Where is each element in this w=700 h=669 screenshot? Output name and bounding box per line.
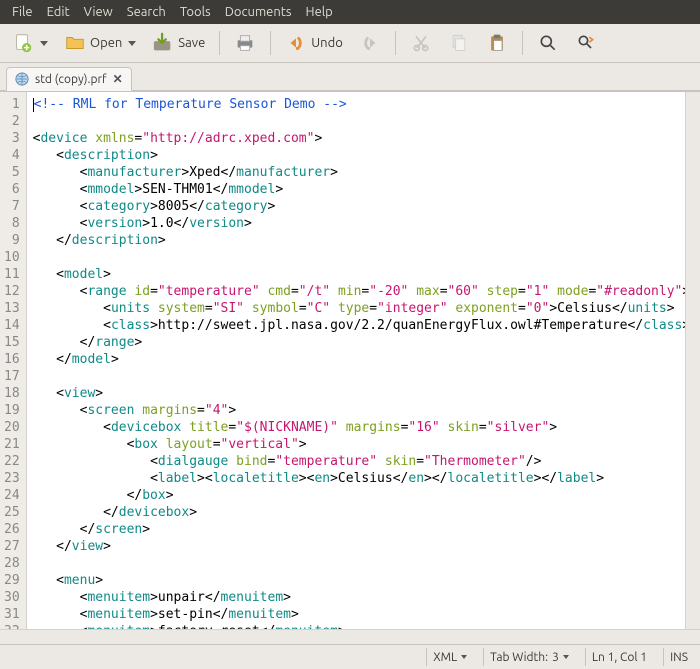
editor: 1 2 3 4 5 6 7 8 9 10 11 12 13 14 15 16 1… — [0, 91, 700, 629]
save-button[interactable]: Save — [146, 28, 211, 58]
cut-button[interactable] — [404, 28, 438, 58]
undo-button[interactable]: Undo — [279, 28, 349, 58]
status-language-label: XML — [433, 651, 457, 664]
menu-tools[interactable]: Tools — [174, 3, 217, 21]
menu-file[interactable]: File — [6, 3, 39, 21]
tabbar: std (copy).prf ✕ — [0, 63, 700, 91]
status-tabwidth-value: 3 — [552, 651, 559, 664]
toolbar-separator — [395, 31, 396, 55]
tab-title: std (copy).prf — [35, 73, 107, 86]
new-file-icon — [12, 32, 34, 54]
status-language[interactable]: XML — [426, 648, 473, 666]
redo-button[interactable] — [353, 28, 387, 58]
copy-button[interactable] — [442, 28, 476, 58]
scrollbar-vertical[interactable] — [685, 92, 700, 629]
statusbar: XML Tab Width: 3 Ln 1, Col 1 INS — [0, 644, 700, 669]
new-file-button[interactable] — [6, 28, 54, 58]
undo-icon — [285, 32, 307, 54]
save-icon — [152, 32, 174, 54]
save-label: Save — [178, 36, 205, 50]
paste-icon — [486, 32, 508, 54]
chevron-down-icon — [461, 655, 467, 659]
tab-file[interactable]: std (copy).prf ✕ — [6, 67, 132, 91]
menu-view[interactable]: View — [78, 3, 119, 21]
print-icon — [234, 32, 256, 54]
scrollbar-horizontal[interactable] — [0, 629, 700, 644]
status-cursor: Ln 1, Col 1 — [585, 648, 653, 666]
redo-icon — [359, 32, 381, 54]
menubar: FileEditViewSearchToolsDocumentsHelp — [0, 0, 700, 24]
chevron-down-icon — [128, 41, 136, 46]
close-icon[interactable]: ✕ — [113, 72, 123, 86]
status-tabwidth[interactable]: Tab Width: 3 — [483, 648, 575, 666]
status-cursor-label: Ln 1, Col 1 — [592, 651, 647, 664]
menu-documents[interactable]: Documents — [219, 3, 298, 21]
code-area[interactable]: <!-- RML for Temperature Sensor Demo -->… — [27, 92, 685, 629]
status-mode-label: INS — [670, 651, 688, 664]
status-tabwidth-label: Tab Width: — [490, 651, 548, 664]
copy-icon — [448, 32, 470, 54]
cut-icon — [410, 32, 432, 54]
undo-label: Undo — [311, 36, 343, 50]
toolbar-separator — [219, 31, 220, 55]
chevron-down-icon — [40, 41, 48, 46]
toolbar-separator — [522, 31, 523, 55]
find-button[interactable] — [531, 28, 565, 58]
print-button[interactable] — [228, 28, 262, 58]
chevron-down-icon — [563, 655, 569, 659]
line-number-gutter: 1 2 3 4 5 6 7 8 9 10 11 12 13 14 15 16 1… — [0, 92, 27, 629]
open-button[interactable]: Open — [58, 28, 142, 58]
find-replace-icon — [575, 32, 597, 54]
status-insert-mode[interactable]: INS — [663, 648, 694, 666]
globe-icon — [15, 72, 29, 86]
menu-search[interactable]: Search — [121, 3, 172, 21]
menu-help[interactable]: Help — [300, 3, 339, 21]
toolbar-separator — [270, 31, 271, 55]
find-replace-button[interactable] — [569, 28, 603, 58]
toolbar: Open Save Undo — [0, 24, 700, 63]
search-icon — [537, 32, 559, 54]
open-label: Open — [90, 36, 122, 50]
paste-button[interactable] — [480, 28, 514, 58]
menu-edit[interactable]: Edit — [41, 3, 76, 21]
open-folder-icon — [64, 32, 86, 54]
